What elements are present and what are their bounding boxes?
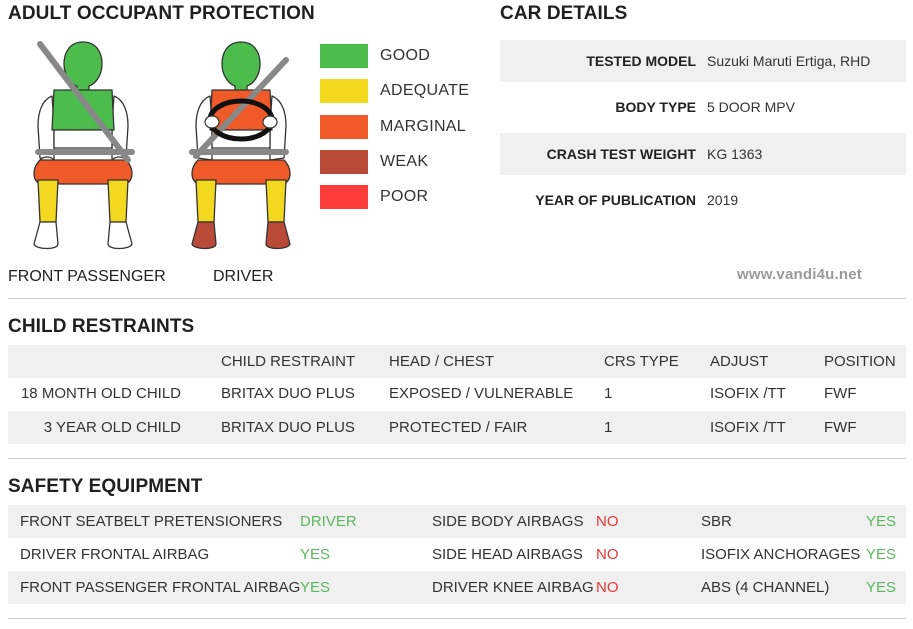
legend-item-weak: WEAK: [320, 150, 428, 174]
table-cell: BRITAX DUO PLUS: [221, 419, 355, 436]
column-header: POSITION: [824, 353, 896, 370]
equipment-value: YES: [865, 579, 896, 596]
table-cell: BRITAX DUO PLUS: [221, 385, 355, 402]
equipment-label: SIDE BODY AIRBAGS: [432, 513, 584, 530]
column-header: HEAD / CHEST: [389, 353, 495, 370]
car-detail-value: 5 DOOR MPV: [707, 99, 795, 115]
legend-swatch-marginal: [320, 115, 368, 139]
table-cell: 1: [604, 419, 613, 436]
legend-label: GOOD: [380, 47, 431, 64]
legend-swatch-weak: [320, 150, 368, 174]
legend-swatch-good: [320, 44, 368, 68]
passenger-right-foot: [107, 221, 133, 250]
equipment-value: YES: [865, 513, 896, 530]
car-detail-value: Suzuki Maruti Ertiga, RHD: [707, 53, 871, 69]
equipment-label: SBR: [701, 513, 732, 530]
table-cell: ISOFIX /TT: [710, 419, 786, 436]
driver-right-leg: [265, 179, 287, 223]
driver-left-leg: [195, 179, 217, 223]
section-divider: [8, 298, 906, 299]
driver-right-foot: [265, 221, 291, 250]
table-row: DRIVER FRONTAL AIRBAG YES SIDE HEAD AIRB…: [8, 538, 906, 571]
table-cell: ISOFIX /TT: [710, 385, 786, 402]
car-detail-row-body-type: BODY TYPE 5 DOOR MPV: [500, 86, 906, 128]
equipment-value: YES: [865, 546, 896, 563]
table-cell: 1: [604, 385, 613, 402]
equipment-value: NO: [596, 513, 619, 530]
column-header: CRS TYPE: [604, 353, 679, 370]
legend-item-marginal: MARGINAL: [320, 115, 466, 139]
equipment-value: YES: [300, 579, 331, 596]
car-detail-value: KG 1363: [707, 146, 763, 162]
legend-swatch-poor: [320, 185, 368, 209]
passenger-right-leg: [107, 179, 129, 223]
table-cell: PROTECTED / FAIR: [389, 419, 528, 436]
legend-item-adequate: ADEQUATE: [320, 79, 469, 103]
column-header: CHILD RESTRAINT: [221, 353, 356, 370]
car-detail-key: YEAR OF PUBLICATION: [535, 192, 696, 208]
table-row: 3 YEAR OLD CHILD BRITAX DUO PLUS PROTECT…: [8, 411, 906, 444]
car-detail-row-tested-model: TESTED MODEL Suzuki Maruti Ertiga, RHD: [500, 40, 906, 82]
car-detail-key: CRASH TEST WEIGHT: [546, 146, 696, 162]
legend-label: POOR: [380, 188, 429, 205]
table-cell: 18 MONTH OLD CHILD: [20, 385, 181, 402]
equipment-value: NO: [596, 546, 619, 563]
equipment-value: YES: [300, 546, 331, 563]
legend-item-poor: POOR: [320, 185, 428, 209]
table-row: FRONT PASSENGER FRONTAL AIRBAG YES DRIVE…: [8, 571, 906, 604]
legend-swatch-adequate: [320, 79, 368, 103]
car-detail-row-year-of-publication: YEAR OF PUBLICATION 2019: [500, 179, 906, 221]
equipment-label: SIDE HEAD AIRBAGS: [432, 546, 583, 563]
equipment-label: ABS (4 CHANNEL): [701, 579, 830, 596]
passenger-left-leg: [37, 179, 59, 223]
safety-equipment-title: SAFETY EQUIPMENT: [8, 476, 203, 497]
column-header: [8, 345, 181, 378]
equipment-label: DRIVER FRONTAL AIRBAG: [20, 546, 210, 563]
section-divider: [8, 458, 906, 459]
legend-label: WEAK: [380, 153, 429, 170]
equipment-label: DRIVER KNEE AIRBAG: [432, 579, 594, 596]
watermark: www.vandi4u.net: [737, 266, 862, 283]
equipment-label: ISOFIX ANCHORAGES: [701, 546, 861, 563]
equipment-label: FRONT SEATBELT PRETENSIONERS: [20, 513, 283, 530]
equipment-label: FRONT PASSENGER FRONTAL AIRBAG: [20, 579, 301, 596]
table-cell: EXPOSED / VULNERABLE: [389, 385, 574, 402]
section-divider: [8, 618, 906, 619]
driver-left-foot: [191, 221, 217, 250]
child-restraints-title: CHILD RESTRAINTS: [8, 316, 195, 337]
driver-body-diagram: [189, 41, 291, 250]
equipment-value: NO: [596, 579, 619, 596]
driver-label: DRIVER: [213, 268, 274, 285]
column-header: ADJUST: [710, 353, 769, 370]
front-passenger-body-diagram: [33, 41, 135, 250]
legend-label: ADEQUATE: [380, 82, 470, 99]
adult-occupant-title: ADULT OCCUPANT PROTECTION: [8, 3, 315, 24]
car-detail-row-crash-test-weight: CRASH TEST WEIGHT KG 1363: [500, 133, 906, 175]
table-cell: FWF: [824, 419, 857, 436]
car-detail-key: TESTED MODEL: [586, 53, 696, 69]
table-cell: FWF: [824, 385, 857, 402]
car-detail-key: BODY TYPE: [615, 99, 696, 115]
legend-label: MARGINAL: [380, 118, 466, 135]
driver-head: [221, 41, 261, 93]
car-details-title: CAR DETAILS: [500, 3, 628, 24]
table-row: 18 MONTH OLD CHILD BRITAX DUO PLUS EXPOS…: [8, 377, 906, 410]
legend-item-good: GOOD: [320, 44, 430, 68]
car-detail-value: 2019: [707, 192, 739, 208]
passenger-left-foot: [33, 221, 59, 250]
equipment-value: DRIVER: [300, 513, 357, 530]
front-passenger-label: FRONT PASSENGER: [8, 268, 166, 285]
table-row: FRONT SEATBELT PRETENSIONERS DRIVER SIDE…: [8, 505, 906, 538]
table-cell: 3 YEAR OLD CHILD: [43, 419, 181, 436]
child-restraints-header-row: CHILD RESTRAINT HEAD / CHEST CRS TYPE AD…: [8, 345, 906, 378]
